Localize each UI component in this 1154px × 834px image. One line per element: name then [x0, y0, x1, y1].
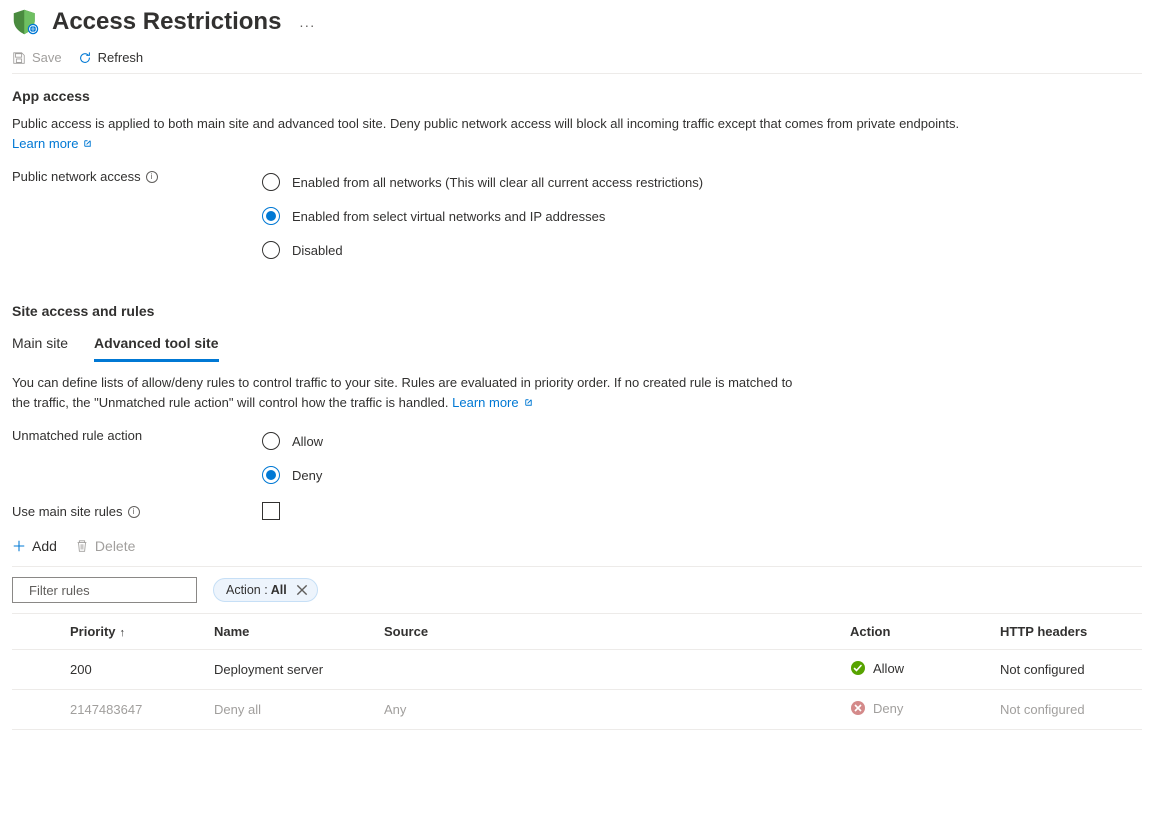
shield-icon — [12, 8, 40, 36]
cell-priority: 2147483647 — [46, 690, 206, 730]
use-main-site-rules-checkbox[interactable] — [262, 502, 280, 520]
rules-table: Priority↑ Name Source Action HTTP header… — [12, 613, 1142, 730]
radio-icon — [262, 207, 280, 225]
x-circle-icon — [850, 700, 866, 716]
col-source[interactable]: Source — [376, 614, 842, 650]
trash-icon — [75, 539, 89, 553]
action-label: Deny — [873, 701, 903, 716]
tab-main-site[interactable]: Main site — [12, 329, 68, 361]
cell-source — [376, 650, 842, 690]
action-filter-pill[interactable]: Action : All — [213, 578, 318, 602]
refresh-label: Refresh — [98, 50, 144, 65]
radio-icon — [262, 173, 280, 191]
external-link-icon — [82, 135, 93, 146]
rules-toolbar: Add Delete — [12, 528, 1142, 567]
public-network-access-label: Public network access i — [12, 167, 262, 184]
col-drag — [12, 614, 46, 650]
table-row[interactable]: 2147483647Deny allAny Deny Not configured — [12, 690, 1142, 730]
save-button[interactable]: Save — [12, 50, 62, 65]
cell-name: Deny all — [206, 690, 376, 730]
save-label: Save — [32, 50, 62, 65]
site-rules-description: You can define lists of allow/deny rules… — [12, 373, 812, 412]
refresh-button[interactable]: Refresh — [78, 50, 144, 65]
info-icon[interactable]: i — [128, 506, 140, 518]
site-rules-section: Site access and rules Main site Advanced… — [12, 303, 1142, 730]
refresh-icon — [78, 51, 92, 65]
unmatched-radios: Allow Deny — [262, 426, 1142, 494]
radio-deny[interactable]: Deny — [262, 460, 1142, 494]
radio-enabled-all[interactable]: Enabled from all networks (This will cle… — [262, 167, 1142, 201]
col-http[interactable]: HTTP headers — [992, 614, 1142, 650]
radio-icon — [262, 241, 280, 259]
cell-action: Allow — [842, 650, 992, 690]
more-actions-button[interactable]: ... — [299, 14, 315, 30]
radio-disabled[interactable]: Disabled — [262, 235, 1142, 269]
app-access-description: Public access is applied to both main si… — [12, 114, 992, 153]
use-main-site-rules-field: Use main site rules i — [12, 502, 1142, 520]
external-link-icon — [523, 394, 534, 405]
app-access-section: App access Public access is applied to b… — [12, 88, 1142, 269]
filter-rules-input[interactable] — [12, 577, 197, 603]
save-icon — [12, 51, 26, 65]
info-icon[interactable]: i — [146, 171, 158, 183]
check-circle-icon — [850, 660, 866, 676]
sort-ascending-icon: ↑ — [120, 627, 126, 639]
unmatched-rule-action-label: Unmatched rule action — [12, 426, 262, 443]
learn-more-link[interactable]: Learn more — [12, 136, 93, 151]
public-network-access-radios: Enabled from all networks (This will cle… — [262, 167, 1142, 269]
use-main-site-rules-label: Use main site rules i — [12, 502, 262, 519]
radio-icon — [262, 466, 280, 484]
page-title: Access Restrictions — [52, 8, 281, 36]
unmatched-rule-action-field: Unmatched rule action Allow Deny — [12, 426, 1142, 494]
cell-priority: 200 — [46, 650, 206, 690]
add-rule-button[interactable]: Add — [12, 538, 57, 554]
cell-name: Deployment server — [206, 650, 376, 690]
cell-http-headers: Not configured — [992, 650, 1142, 690]
learn-more-link[interactable]: Learn more — [452, 395, 533, 410]
table-row[interactable]: 200Deployment server Allow Not configured — [12, 650, 1142, 690]
filter-row: Action : All — [12, 567, 1142, 613]
col-action[interactable]: Action — [842, 614, 992, 650]
drag-handle[interactable] — [12, 650, 46, 690]
public-network-access-field: Public network access i Enabled from all… — [12, 167, 1142, 269]
cell-action: Deny — [842, 690, 992, 730]
clear-filter-icon[interactable] — [295, 583, 309, 597]
radio-icon — [262, 432, 280, 450]
cell-source: Any — [376, 690, 842, 730]
drag-handle — [12, 690, 46, 730]
radio-enabled-select[interactable]: Enabled from select virtual networks and… — [262, 201, 1142, 235]
col-priority[interactable]: Priority↑ — [46, 614, 206, 650]
cell-http-headers: Not configured — [992, 690, 1142, 730]
site-rules-heading: Site access and rules — [12, 303, 1142, 319]
filter-rules-text[interactable] — [27, 582, 207, 599]
tab-advanced-tool-site[interactable]: Advanced tool site — [94, 329, 218, 362]
site-tabs: Main site Advanced tool site — [12, 329, 1142, 361]
plus-icon — [12, 539, 26, 553]
action-label: Allow — [873, 661, 904, 676]
command-bar: Save Refresh — [12, 40, 1142, 74]
delete-rule-button[interactable]: Delete — [75, 538, 135, 554]
col-name[interactable]: Name — [206, 614, 376, 650]
app-access-heading: App access — [12, 88, 1142, 104]
page-header: Access Restrictions ... — [12, 0, 1142, 40]
radio-allow[interactable]: Allow — [262, 426, 1142, 460]
